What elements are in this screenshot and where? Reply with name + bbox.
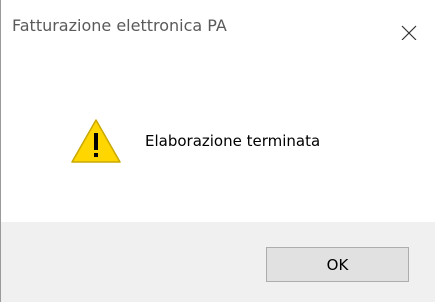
window-title: Fatturazione elettronica PA xyxy=(12,16,227,35)
dialog-message: Elaborazione terminata xyxy=(145,132,321,150)
ok-button[interactable]: OK xyxy=(266,247,409,282)
dialog-content: Elaborazione terminata xyxy=(1,40,435,222)
title-bar: Fatturazione elettronica PA xyxy=(1,0,435,41)
message-dialog: Fatturazione elettronica PA Elaborazione… xyxy=(0,0,435,302)
dialog-footer: OK xyxy=(1,222,435,302)
warning-icon xyxy=(71,119,121,163)
